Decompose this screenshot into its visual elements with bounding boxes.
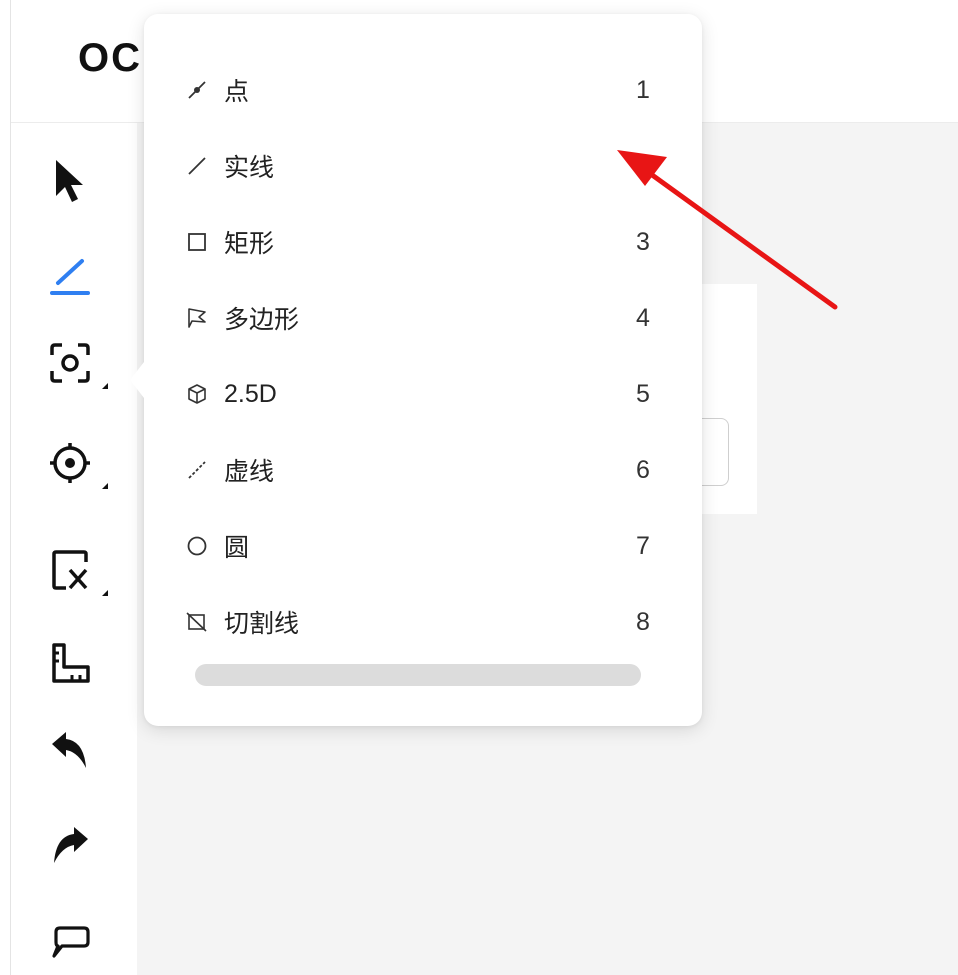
menu-item-label: 切割线	[224, 610, 300, 638]
menu-item-label: 实线	[224, 154, 275, 182]
menu-item-solid-line[interactable]: 实线 2	[184, 136, 666, 196]
menu-item-label: 2.5D	[224, 379, 277, 408]
menu-item-point[interactable]: 点 1	[184, 60, 666, 120]
measure-tool-button[interactable]	[40, 633, 100, 693]
app-title: OC	[78, 36, 142, 80]
dropdown-pointer	[130, 362, 144, 398]
menu-item-label: 矩形	[224, 230, 275, 258]
circle-icon	[184, 533, 210, 559]
menu-item-label: 圆	[224, 534, 250, 562]
menu-item-polygon[interactable]: 多边形 4	[184, 288, 666, 348]
solid-line-icon	[184, 153, 210, 179]
submenu-indicator-icon	[102, 383, 108, 389]
target-tool-button[interactable]	[40, 433, 108, 493]
menu-item-cut-line[interactable]: 切割线 8	[184, 592, 666, 652]
rectangle-icon	[184, 229, 210, 255]
box-x-icon	[52, 550, 88, 590]
cursor-arrow-icon	[56, 160, 83, 202]
undo-tool-button[interactable]	[40, 720, 100, 780]
menu-item-rectangle[interactable]: 矩形 3	[184, 212, 666, 272]
ruler-square-icon	[52, 643, 90, 683]
cube-icon	[184, 381, 210, 407]
undo-arrow-icon	[52, 732, 86, 768]
menu-item-shortcut: 6	[636, 455, 650, 484]
menu-item-shortcut: 2	[636, 151, 650, 180]
menu-item-2-5d[interactable]: 2.5D 5	[184, 364, 666, 424]
scan-focus-icon	[50, 343, 90, 383]
dashed-line-icon	[184, 457, 210, 483]
submenu-indicator-icon	[102, 483, 108, 489]
menu-item-label: 虚线	[224, 458, 275, 486]
menu-item-shortcut: 7	[636, 531, 650, 560]
menu-item-label: 多边形	[224, 306, 300, 334]
page: OC 点 1 实线 2 矩形 3 多边形 4 2.5D 5 虚线 6 圆 7 切…	[0, 0, 958, 975]
menu-item-shortcut: 1	[636, 75, 650, 104]
point-icon	[184, 77, 210, 103]
submenu-indicator-icon	[102, 590, 108, 596]
menu-item-dashed-line[interactable]: 虚线 6	[184, 440, 666, 500]
menu-item-shortcut: 8	[636, 607, 650, 636]
cut-line-icon	[184, 609, 210, 635]
clear-tool-button[interactable]	[40, 540, 108, 600]
speech-bubble-icon	[52, 926, 90, 958]
menu-item-shortcut: 3	[636, 227, 650, 256]
redo-arrow-icon	[54, 827, 88, 863]
redo-tool-button[interactable]	[40, 815, 100, 875]
comment-tool-button[interactable]	[40, 910, 100, 970]
menu-item-label: 点	[224, 78, 250, 106]
menu-item-shortcut: 4	[636, 303, 650, 332]
line-tool-button[interactable]	[40, 245, 100, 305]
polygon-icon	[184, 305, 210, 331]
menu-item-shortcut: 5	[636, 379, 650, 408]
recognize-tool-button[interactable]	[40, 333, 108, 393]
menu-item-circle[interactable]: 圆 7	[184, 516, 666, 576]
select-tool-button[interactable]	[40, 150, 100, 210]
crosshair-target-icon	[50, 443, 90, 483]
shape-tool-dropdown: 点 1 实线 2 矩形 3 多边形 4 2.5D 5 虚线 6 圆 7 切割线 …	[130, 14, 702, 726]
pen-line-icon	[50, 259, 90, 295]
dropdown-scrollbar[interactable]	[195, 664, 641, 686]
